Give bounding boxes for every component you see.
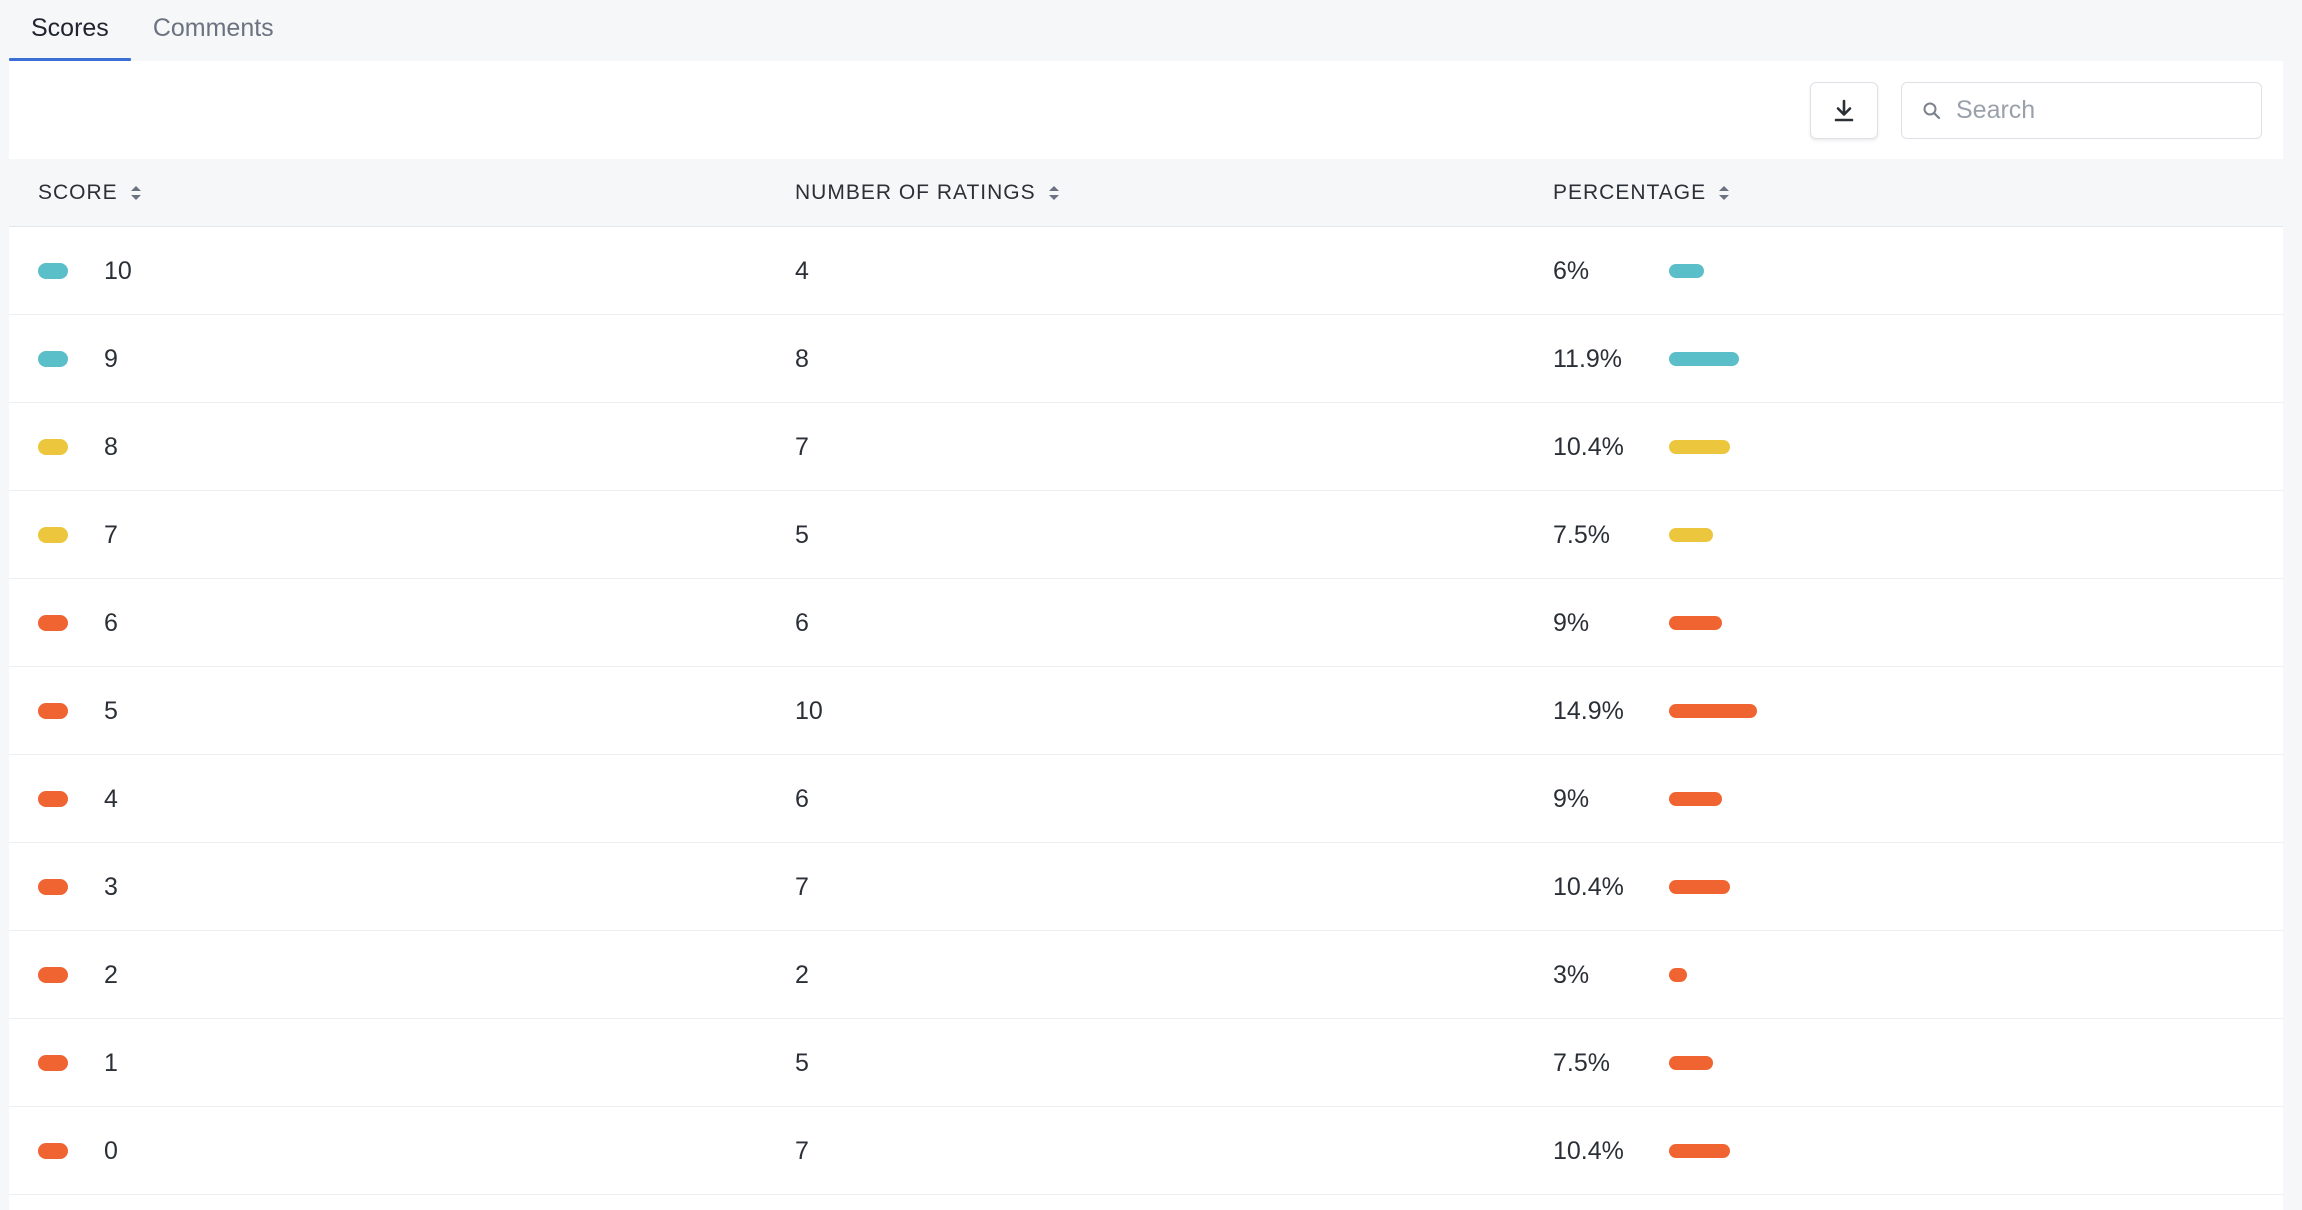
tab-bar: Scores Comments bbox=[9, 0, 296, 61]
table-toolbar bbox=[9, 61, 2283, 159]
score-cell: 7 bbox=[104, 520, 118, 549]
table-row: 0 7 10.4% bbox=[9, 1107, 2283, 1195]
percentage-bar bbox=[1669, 1144, 1730, 1158]
search-icon bbox=[1923, 102, 1941, 119]
percentage-cell: 7.5% bbox=[1553, 1048, 1610, 1077]
sort-icon[interactable] bbox=[1048, 184, 1060, 202]
column-header-label: SCORE bbox=[38, 181, 118, 204]
percentage-bar bbox=[1669, 792, 1722, 806]
column-header-score[interactable]: SCORE bbox=[38, 159, 142, 227]
search-box bbox=[1901, 82, 2262, 139]
percentage-cell: 10.4% bbox=[1553, 432, 1624, 461]
table-body: 10 4 6% 9 8 11.9% 8 7 10.4% 7 5 7.5% 6 6 9% 5 10 14.9% 4 6 9… bbox=[9, 227, 2283, 1195]
scores-panel: SCORE NUMBER OF RATINGS PERCENTAGE 1046%… bbox=[9, 61, 2283, 1210]
ratings-cell: 5 bbox=[795, 1048, 809, 1077]
ratings-cell: 7 bbox=[795, 432, 809, 461]
percentage-bar bbox=[1669, 968, 1687, 982]
percentage-bar bbox=[1669, 1056, 1713, 1070]
percentage-cell: 3% bbox=[1553, 960, 1590, 989]
ratings-cell: 10 bbox=[795, 696, 823, 725]
score-cell: 5 bbox=[104, 696, 118, 725]
ratings-cell: 7 bbox=[795, 1136, 809, 1165]
score-category-dot bbox=[38, 1055, 68, 1071]
table-row: 2 2 3% bbox=[9, 931, 2283, 1019]
score-cell: 8 bbox=[104, 432, 118, 461]
table-row: 3 7 10.4% bbox=[9, 843, 2283, 931]
table-row: 4 6 9% bbox=[9, 755, 2283, 843]
column-header-label: NUMBER OF RATINGS bbox=[795, 181, 1036, 204]
table-row: 7 5 7.5% bbox=[9, 491, 2283, 579]
percentage-cell: 10.4% bbox=[1553, 1136, 1624, 1165]
column-header-ratings[interactable]: NUMBER OF RATINGS bbox=[795, 159, 1060, 227]
table-row: 5 10 14.9% bbox=[9, 667, 2283, 755]
score-cell: 1 bbox=[104, 1048, 118, 1077]
percentage-cell: 11.9% bbox=[1553, 344, 1623, 373]
score-category-dot bbox=[38, 351, 68, 367]
table-row: 8 7 10.4% bbox=[9, 403, 2283, 491]
download-icon bbox=[1834, 99, 1854, 121]
column-header-label: PERCENTAGE bbox=[1553, 181, 1707, 204]
download-button[interactable] bbox=[1810, 82, 1878, 139]
percentage-bar bbox=[1669, 880, 1730, 894]
percentage-bar bbox=[1669, 616, 1722, 630]
column-header-percentage[interactable]: PERCENTAGE bbox=[1553, 159, 1730, 227]
score-cell: 4 bbox=[104, 784, 118, 813]
tab-scores[interactable]: Scores bbox=[9, 0, 131, 61]
sort-icon[interactable] bbox=[130, 184, 142, 202]
percentage-bar bbox=[1669, 352, 1739, 366]
percentage-cell: 9% bbox=[1553, 608, 1590, 637]
percentage-bar bbox=[1669, 704, 1757, 718]
ratings-cell: 7 bbox=[795, 872, 809, 901]
ratings-cell: 5 bbox=[795, 520, 809, 549]
score-category-dot bbox=[38, 527, 68, 543]
ratings-cell: 2 bbox=[795, 960, 809, 989]
score-category-dot bbox=[38, 439, 68, 455]
percentage-bar bbox=[1669, 528, 1713, 542]
ratings-cell: 4 bbox=[795, 256, 809, 285]
table-header: SCORE NUMBER OF RATINGS PERCENTAGE bbox=[9, 159, 2283, 227]
percentage-cell: 10.4% bbox=[1553, 872, 1624, 901]
score-category-dot bbox=[38, 879, 68, 895]
table-row: 9 8 11.9% bbox=[9, 315, 2283, 403]
ratings-cell: 6 bbox=[795, 608, 809, 637]
score-cell: 6 bbox=[104, 608, 118, 637]
score-category-dot bbox=[38, 791, 68, 807]
score-cell: 0 bbox=[104, 1136, 118, 1165]
score-category-dot bbox=[38, 703, 68, 719]
percentage-bar bbox=[1669, 440, 1730, 454]
score-cell: 2 bbox=[104, 960, 118, 989]
percentage-cell: 7.5% bbox=[1553, 520, 1610, 549]
sort-icon[interactable] bbox=[1718, 184, 1730, 202]
score-cell: 3 bbox=[104, 872, 118, 901]
ratings-cell: 6 bbox=[795, 784, 809, 813]
score-category-dot bbox=[38, 615, 68, 631]
percentage-cell: 6% bbox=[1553, 256, 1590, 285]
score-category-dot bbox=[38, 1143, 68, 1159]
ratings-cell: 8 bbox=[795, 344, 809, 373]
score-cell: 10 bbox=[104, 256, 132, 285]
percentage-cell: 14.9% bbox=[1553, 696, 1624, 725]
tab-comments[interactable]: Comments bbox=[131, 0, 296, 61]
table-row: 6 6 9% bbox=[9, 579, 2283, 667]
score-category-dot bbox=[38, 263, 68, 279]
score-cell: 9 bbox=[104, 344, 118, 373]
percentage-cell: 9% bbox=[1553, 784, 1590, 813]
table-row: 10 4 6% bbox=[9, 227, 2283, 315]
search-input[interactable] bbox=[1956, 96, 2246, 125]
score-category-dot bbox=[38, 967, 68, 983]
table-row: 1 5 7.5% bbox=[9, 1019, 2283, 1107]
percentage-bar bbox=[1669, 264, 1704, 278]
